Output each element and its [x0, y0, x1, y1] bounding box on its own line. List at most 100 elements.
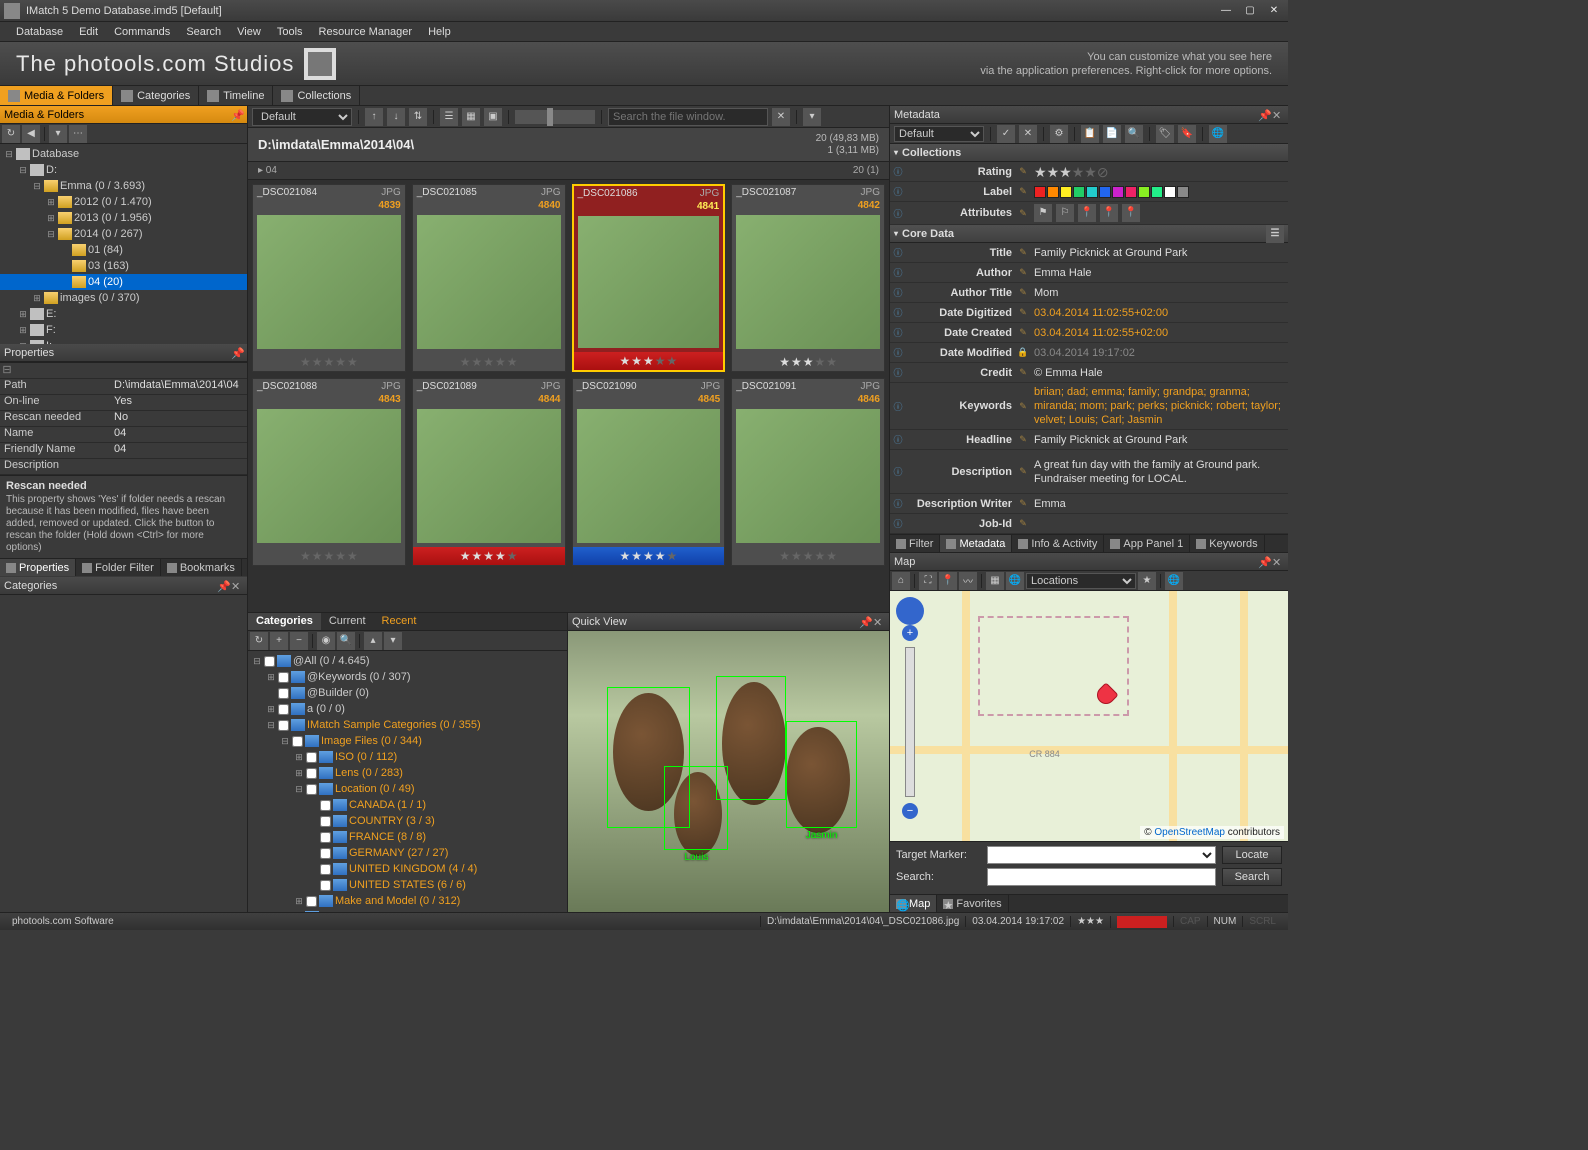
- cancel-button[interactable]: ✕: [1019, 125, 1037, 143]
- clear-search-button[interactable]: ✕: [772, 108, 790, 126]
- tag-icon[interactable]: 🏷: [1156, 125, 1174, 143]
- thumbnail[interactable]: _DSC021085JPG4840★★★★★: [412, 184, 566, 372]
- metadata-row[interactable]: ⓘDate Created✎03.04.2014 11:02:55+02:00: [890, 323, 1288, 343]
- category-node[interactable]: ⊞Make and Model (0 / 312): [248, 893, 567, 909]
- marker-button[interactable]: 📍: [939, 572, 957, 590]
- refresh-button[interactable]: ↻: [2, 125, 20, 143]
- category-node[interactable]: ⊟IMatch Sample Categories (0 / 355): [248, 717, 567, 733]
- metadata-row[interactable]: ⓘAuthor✎Emma Hale: [890, 263, 1288, 283]
- collapse-button[interactable]: ▴: [364, 632, 382, 650]
- category-checkbox[interactable]: [278, 704, 289, 715]
- flag-icon[interactable]: ⚐: [1056, 204, 1074, 222]
- property-row[interactable]: Description: [0, 459, 247, 475]
- metadata-row[interactable]: ⓘJob-Id✎: [890, 514, 1288, 534]
- map-zoom-in[interactable]: +: [902, 625, 918, 641]
- add-button[interactable]: +: [270, 632, 288, 650]
- menu-database[interactable]: Database: [8, 24, 71, 40]
- star-4[interactable]: ★: [1072, 165, 1085, 179]
- property-row[interactable]: PathD:\imdata\Emma\2014\04: [0, 379, 247, 395]
- layers-button[interactable]: ▦: [986, 572, 1004, 590]
- pin-green-icon[interactable]: 📍: [1100, 204, 1118, 222]
- folder-node[interactable]: ⊞2013 (0 / 1.956): [0, 210, 247, 226]
- label-swatch[interactable]: [1138, 186, 1150, 198]
- rating-stars[interactable]: ★★★★★ ⊘: [1034, 165, 1284, 179]
- gear-icon[interactable]: ⚙: [1050, 125, 1068, 143]
- label-swatch[interactable]: [1125, 186, 1137, 198]
- refresh-button[interactable]: ↻: [250, 632, 268, 650]
- thumbnail[interactable]: _DSC021084JPG4839★★★★★: [252, 184, 406, 372]
- track-button[interactable]: 〰: [959, 572, 977, 590]
- view-thumb-button[interactable]: ▣: [484, 108, 502, 126]
- map-search-button[interactable]: Search: [1222, 868, 1282, 886]
- tab-app-panel-[interactable]: App Panel 1: [1104, 535, 1190, 552]
- label-swatch[interactable]: [1073, 186, 1085, 198]
- close-icon[interactable]: ✕: [873, 616, 885, 628]
- category-checkbox[interactable]: [320, 880, 331, 891]
- category-node[interactable]: ⊟Image Files (0 / 344): [248, 733, 567, 749]
- maximize-button[interactable]: ▢: [1240, 4, 1260, 18]
- section-collections[interactable]: ▾Collections: [890, 144, 1288, 162]
- category-node[interactable]: ⊞MP3 Files (0 / 8): [248, 909, 567, 912]
- category-node[interactable]: GERMANY (27 / 27): [248, 845, 567, 861]
- pin-icon[interactable]: 📌: [859, 616, 871, 628]
- category-checkbox[interactable]: [292, 912, 303, 913]
- section-menu-icon[interactable]: ☰: [1266, 225, 1284, 243]
- category-checkbox[interactable]: [306, 768, 317, 779]
- tab-info-activity[interactable]: Info & Activity: [1012, 535, 1104, 552]
- ws-tab-media-folders[interactable]: Media & Folders: [0, 86, 113, 105]
- category-node[interactable]: UNITED KINGDOM (4 / 4): [248, 861, 567, 877]
- folder-node[interactable]: 03 (163): [0, 258, 247, 274]
- folder-node[interactable]: ⊟Emma (0 / 3.693): [0, 178, 247, 194]
- folder-node[interactable]: ⊞E:: [0, 306, 247, 322]
- close-icon[interactable]: ✕: [231, 580, 243, 592]
- rating-clear[interactable]: ⊘: [1097, 165, 1109, 179]
- sort-button[interactable]: ⇅: [409, 108, 427, 126]
- nav-back-button[interactable]: ◀: [22, 125, 40, 143]
- map-zoom-out[interactable]: −: [902, 803, 918, 819]
- folder-node[interactable]: ⊟Database: [0, 146, 247, 162]
- thumbnail[interactable]: _DSC021091JPG4846★★★★★: [731, 378, 885, 566]
- category-node[interactable]: ⊞@Keywords (0 / 307): [248, 669, 567, 685]
- menu-resource-manager[interactable]: Resource Manager: [311, 24, 421, 40]
- view-grid-button[interactable]: ▦: [462, 108, 480, 126]
- flag-icon[interactable]: ⚑: [1034, 204, 1052, 222]
- label-swatch[interactable]: [1164, 186, 1176, 198]
- tab-folder-filter[interactable]: Folder Filter: [76, 559, 161, 576]
- tab-filter[interactable]: Filter: [890, 535, 940, 552]
- pin-icon[interactable]: 📌: [231, 109, 243, 121]
- cat-subtab-categories[interactable]: Categories: [248, 613, 321, 630]
- folder-node[interactable]: ⊞F:: [0, 322, 247, 338]
- category-node[interactable]: ⊟@All (0 / 4.645): [248, 653, 567, 669]
- metadata-row[interactable]: ⓘDescription✎A great fun day with the fa…: [890, 450, 1288, 494]
- tab-favorites[interactable]: ★Favorites: [937, 895, 1008, 912]
- folder-node[interactable]: ⊞images (0 / 370): [0, 290, 247, 306]
- metadata-row[interactable]: ⓘHeadline✎Family Picknick at Ground Park: [890, 430, 1288, 450]
- ws-tab-timeline[interactable]: Timeline: [199, 86, 273, 105]
- face-box[interactable]: [716, 676, 787, 800]
- property-row[interactable]: Friendly Name04: [0, 443, 247, 459]
- apply-button[interactable]: ✓: [997, 125, 1015, 143]
- sort-desc-button[interactable]: ↓: [387, 108, 405, 126]
- search-icon[interactable]: 🔍: [1125, 125, 1143, 143]
- category-node[interactable]: CANADA (1 / 1): [248, 797, 567, 813]
- ws-tab-collections[interactable]: Collections: [273, 86, 360, 105]
- label-swatch[interactable]: [1086, 186, 1098, 198]
- category-node[interactable]: UNITED STATES (6 / 6): [248, 877, 567, 893]
- find-button[interactable]: 🔍: [337, 632, 355, 650]
- category-checkbox[interactable]: [320, 832, 331, 843]
- metadata-row[interactable]: ⓘAuthor Title✎Mom: [890, 283, 1288, 303]
- category-node[interactable]: ⊟Location (0 / 49): [248, 781, 567, 797]
- menu-help[interactable]: Help: [420, 24, 459, 40]
- favorite-icon[interactable]: ★: [1138, 572, 1156, 590]
- label-swatch[interactable]: [1034, 186, 1046, 198]
- star-3[interactable]: ★: [1059, 165, 1072, 179]
- metadata-row[interactable]: ⓘDate Modified🔒03.04.2014 19:17:02: [890, 343, 1288, 363]
- label-swatch[interactable]: [1047, 186, 1059, 198]
- category-node[interactable]: ⊞Lens (0 / 283): [248, 765, 567, 781]
- label-swatch[interactable]: [1099, 186, 1111, 198]
- expand-button[interactable]: ▾: [384, 632, 402, 650]
- remove-button[interactable]: −: [290, 632, 308, 650]
- close-icon[interactable]: ✕: [1272, 109, 1284, 121]
- ws-tab-categories[interactable]: Categories: [113, 86, 199, 105]
- category-checkbox[interactable]: [306, 752, 317, 763]
